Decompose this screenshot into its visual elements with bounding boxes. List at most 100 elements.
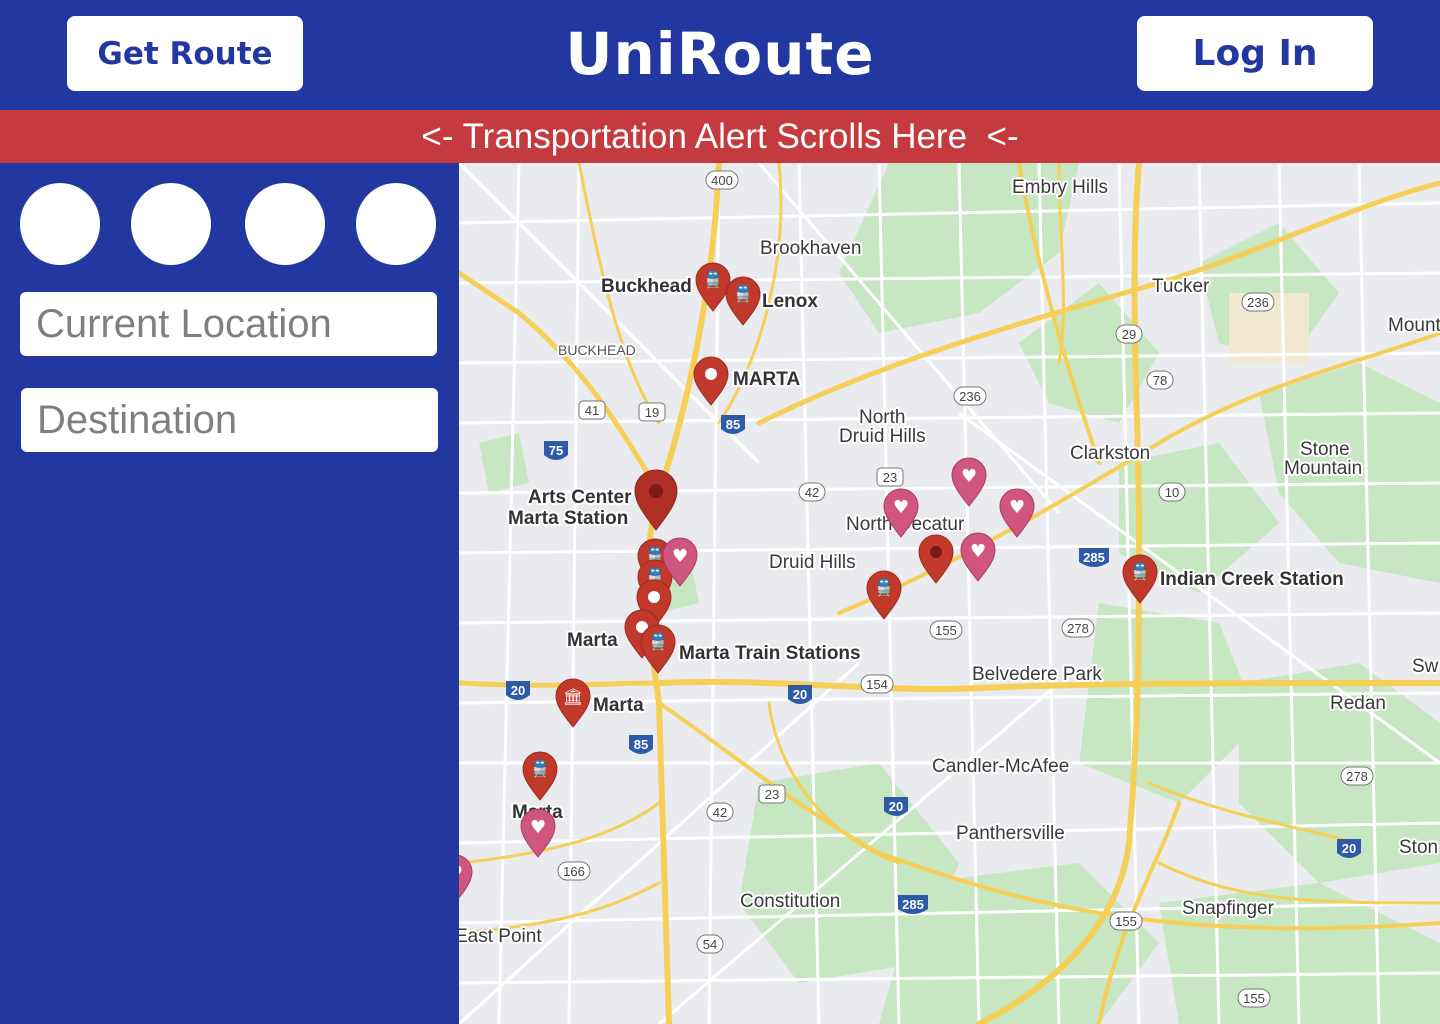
label-belvedere-park: Belvedere Park: [972, 664, 1102, 685]
dot-icon: [930, 546, 942, 558]
login-button[interactable]: Log In: [1137, 16, 1373, 91]
svg-text:236: 236: [959, 389, 981, 404]
sidebar: [0, 163, 459, 1024]
label-embry-hills: Embry Hills: [1012, 177, 1108, 198]
route-shield-10: 10: [1158, 482, 1186, 502]
label-marta-museum: Marta: [593, 695, 644, 716]
train-icon: 🚆: [733, 284, 753, 303]
label-arts-center-2: Marta Station: [508, 508, 628, 529]
svg-text:278: 278: [1067, 621, 1089, 636]
train-pin-decatur[interactable]: 🚆: [866, 570, 902, 620]
route-shield-23: 23: [876, 467, 904, 487]
current-location-input[interactable]: [20, 292, 437, 356]
label-stone-mountain-2: Mountain: [1284, 458, 1362, 479]
label-north-druid-hills-2: Druid Hills: [839, 426, 926, 447]
train-icon: 🚆: [703, 270, 723, 289]
route-shield-42-b: 42: [706, 802, 734, 822]
museum-icon: 🏛: [563, 687, 583, 706]
label-indian-creek-station: Indian Creek Station: [1160, 569, 1344, 590]
heart-icon: ♥: [1009, 497, 1025, 518]
route-shield-155: 155: [929, 620, 963, 640]
route-shield-166: 166: [557, 861, 591, 881]
selected-pin-arts-center[interactable]: [634, 469, 678, 531]
heart-icon: ♥: [459, 863, 463, 884]
label-tucker: Tucker: [1152, 276, 1210, 297]
label-constitution: Constitution: [740, 891, 840, 912]
train-pin-lenox[interactable]: 🚆: [725, 276, 761, 326]
train-icon: 🚆: [1130, 562, 1150, 581]
label-panthersville: Panthersville: [956, 823, 1065, 844]
svg-text:285: 285: [1083, 550, 1105, 565]
label-brookhaven: Brookhaven: [760, 238, 861, 259]
route-shield-236-b: 236: [953, 386, 987, 406]
museum-pin-marta[interactable]: 🏛: [555, 678, 591, 728]
route-shield-20-d: 20: [1337, 839, 1361, 858]
svg-text:42: 42: [805, 485, 819, 500]
route-shield-285-b: 285: [898, 895, 928, 914]
favorite-pin-4[interactable]: ♥: [999, 488, 1035, 538]
svg-text:20: 20: [793, 687, 807, 702]
route-shield-85: 85: [721, 415, 745, 434]
label-redan: Redan: [1330, 693, 1386, 714]
label-ston: Ston: [1399, 837, 1438, 858]
label-marta-train-stations: Marta Train Stations: [679, 643, 861, 664]
route-shield-20-b: 20: [788, 685, 812, 704]
label-clarkston: Clarkston: [1070, 443, 1150, 464]
map-view[interactable]: 400 236 29 78 236 41 19 85 75 23 42 10 2…: [459, 163, 1440, 1024]
route-shield-29: 29: [1115, 324, 1143, 344]
train-pin-west-end[interactable]: 🚆: [522, 751, 558, 801]
heart-icon: ♥: [961, 466, 977, 487]
svg-text:41: 41: [585, 403, 599, 418]
route-shield-54: 54: [696, 934, 724, 954]
label-stone-mountain-1: Stone: [1300, 439, 1350, 460]
train-pin-downtown[interactable]: 🚆: [640, 624, 676, 674]
favorite-pin-5[interactable]: ♥: [960, 532, 996, 582]
get-route-button[interactable]: Get Route: [67, 16, 303, 91]
transportation-alert-banner: <- Transportation Alert Scrolls Here <-: [0, 110, 1440, 163]
location-pin-marta[interactable]: [693, 356, 729, 406]
svg-text:20: 20: [1342, 841, 1356, 856]
svg-text:42: 42: [713, 805, 727, 820]
route-shield-236: 236: [1241, 292, 1275, 312]
dot-icon: [705, 368, 717, 380]
quick-action-circle-4[interactable]: [356, 183, 436, 265]
favorite-pin-3[interactable]: ♥: [951, 457, 987, 507]
label-lenox: Lenox: [762, 291, 818, 312]
svg-text:285: 285: [902, 897, 924, 912]
route-shield-20: 20: [506, 681, 530, 700]
quick-action-circle-3[interactable]: [245, 183, 325, 265]
label-buckhead-area: BUCKHEAD: [558, 342, 636, 358]
route-shield-155-c: 155: [1237, 988, 1271, 1008]
route-shield-285: 285: [1079, 548, 1109, 567]
svg-text:155: 155: [1243, 991, 1265, 1006]
route-shield-278: 278: [1061, 618, 1095, 638]
route-shield-19: 19: [638, 402, 666, 422]
route-shield-75: 75: [544, 441, 568, 460]
label-arts-center-1: Arts Center: [528, 487, 632, 508]
svg-text:154: 154: [866, 677, 888, 692]
route-shield-154: 154: [860, 674, 894, 694]
svg-text:29: 29: [1122, 327, 1136, 342]
route-shield-23-b: 23: [758, 784, 786, 804]
svg-text:20: 20: [889, 799, 903, 814]
map-canvas[interactable]: 400 236 29 78 236 41 19 85 75 23 42 10 2…: [459, 163, 1440, 1024]
train-icon: 🚆: [530, 759, 550, 778]
route-shield-400: 400: [705, 170, 739, 190]
train-pin-buckhead[interactable]: 🚆: [695, 262, 731, 312]
route-shield-278-b: 278: [1340, 766, 1374, 786]
svg-text:155: 155: [935, 623, 957, 638]
svg-text:54: 54: [703, 937, 717, 952]
train-icon: 🚆: [648, 632, 668, 651]
svg-text:236: 236: [1247, 295, 1269, 310]
quick-action-circle-2[interactable]: [131, 183, 211, 265]
quick-action-circle-1[interactable]: [20, 183, 100, 265]
heart-icon: ♥: [530, 817, 546, 838]
destination-input[interactable]: [21, 388, 438, 452]
route-shield-42: 42: [798, 482, 826, 502]
label-east-point: East Point: [459, 926, 542, 947]
svg-text:23: 23: [883, 470, 897, 485]
label-candler-mcafee: Candler-McAfee: [932, 756, 1069, 777]
label-druid-hills: Druid Hills: [769, 552, 856, 573]
label-marta-mid: Marta: [567, 630, 618, 651]
route-shield-41: 41: [578, 400, 606, 420]
